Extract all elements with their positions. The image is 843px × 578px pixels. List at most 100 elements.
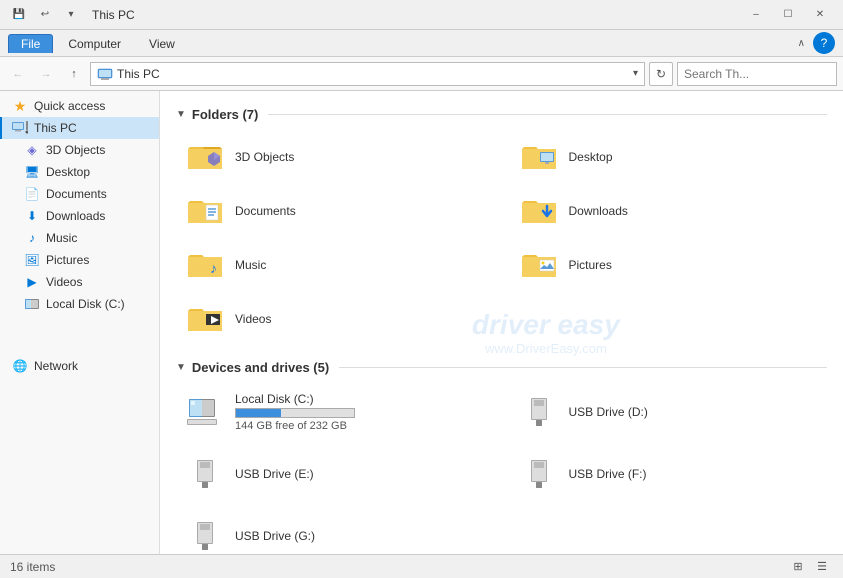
device-usb-f[interactable]: USB Drive (F:) <box>510 447 828 501</box>
sidebar-item-desktop[interactable]: 🖥 Desktop <box>0 161 159 183</box>
title-bar-left: 💾 ↩ ▾ This PC <box>8 4 135 26</box>
folder-pictures[interactable]: Pictures <box>510 240 828 290</box>
sidebar-desktop-label: Desktop <box>46 165 90 179</box>
grid-view-button[interactable]: ⊞ <box>787 558 809 576</box>
sidebar-item-videos[interactable]: ▶ Videos <box>0 271 159 293</box>
device-local-disk-c[interactable]: Local Disk (C:) 144 GB free of 232 GB <box>176 385 494 439</box>
folders-chevron[interactable]: ▼ <box>176 109 186 120</box>
folder-downloads-label: Downloads <box>569 204 628 218</box>
folders-grid: 3D Objects Desktop <box>176 132 827 344</box>
sidebar-item-3d-objects[interactable]: ◈ 3D Objects <box>0 139 159 161</box>
this-pc-icon <box>12 120 28 136</box>
drive-bar-container <box>235 408 355 418</box>
usb-d-label: USB Drive (D:) <box>569 405 648 419</box>
folder-3d-label: 3D Objects <box>235 150 294 164</box>
minimize-button[interactable]: – <box>741 4 771 26</box>
star-icon: ★ <box>12 98 28 114</box>
view-buttons: ⊞ ☰ <box>787 558 833 576</box>
usb-g-label: USB Drive (G:) <box>235 529 315 543</box>
sidebar-spacer <box>0 315 159 355</box>
usb-f-icon <box>519 454 559 494</box>
folder-documents-icon <box>185 193 225 229</box>
usb-g-info: USB Drive (G:) <box>235 529 315 543</box>
close-button[interactable]: ✕ <box>805 4 835 26</box>
dropdown-arrow[interactable]: ▾ <box>60 4 82 26</box>
ribbon: File Computer View ∧ ? <box>0 30 843 57</box>
desktop-icon: 🖥 <box>24 164 40 180</box>
device-usb-e[interactable]: USB Drive (E:) <box>176 447 494 501</box>
path-text: This PC <box>117 67 629 81</box>
folders-section-header: ▼ Folders (7) <box>176 107 827 122</box>
tab-computer[interactable]: Computer <box>55 34 134 53</box>
undo-button[interactable]: ↩ <box>34 4 56 26</box>
search-box[interactable]: 🔍 <box>677 62 837 86</box>
tab-view[interactable]: View <box>136 34 188 53</box>
device-usb-d[interactable]: USB Drive (D:) <box>510 385 828 439</box>
downloads-icon: ⬇ <box>24 208 40 224</box>
sidebar-this-pc-label: This PC <box>34 121 77 135</box>
back-button[interactable]: ← <box>6 62 30 86</box>
sidebar-item-documents[interactable]: 📄 Documents <box>0 183 159 205</box>
sidebar-item-downloads[interactable]: ⬇ Downloads <box>0 205 159 227</box>
devices-section-header: ▼ Devices and drives (5) <box>176 360 827 375</box>
sidebar-local-disk-label: Local Disk (C:) <box>46 297 125 311</box>
ribbon-expand-button[interactable]: ∧ <box>798 38 805 49</box>
folder-downloads[interactable]: Downloads <box>510 186 828 236</box>
status-item-count: 16 items <box>10 560 55 574</box>
devices-grid: Local Disk (C:) 144 GB free of 232 GB <box>176 385 827 554</box>
folder-documents[interactable]: Documents <box>176 186 494 236</box>
drive-bar-fill <box>236 409 281 417</box>
forward-button[interactable]: → <box>34 62 58 86</box>
sidebar-item-music[interactable]: ♪ Music <box>0 227 159 249</box>
usb-g-icon <box>185 516 225 554</box>
window-controls: – ☐ ✕ <box>741 4 835 26</box>
local-disk-c-label: Local Disk (C:) <box>235 392 355 406</box>
sidebar-videos-label: Videos <box>46 275 82 289</box>
save-button[interactable]: 💾 <box>8 4 30 26</box>
devices-section-title: Devices and drives (5) <box>192 360 329 375</box>
folder-3d-objects[interactable]: 3D Objects <box>176 132 494 182</box>
folder-music[interactable]: ♪ Music <box>176 240 494 290</box>
main-layout: ★ Quick access This PC ◈ 3D Objects 🖥 <box>0 91 843 554</box>
maximize-button[interactable]: ☐ <box>773 4 803 26</box>
list-view-button[interactable]: ☰ <box>811 558 833 576</box>
sidebar-pictures-label: Pictures <box>46 253 89 267</box>
folder-videos[interactable]: Videos <box>176 294 494 344</box>
sidebar-music-label: Music <box>46 231 77 245</box>
refresh-button[interactable]: ↻ <box>649 62 673 86</box>
this-pc-path-icon <box>97 66 113 82</box>
3d-objects-icon: ◈ <box>24 142 40 158</box>
path-dropdown-arrow[interactable]: ▾ <box>633 68 638 79</box>
content-area: driver easy www.DriverEasy.com ▼ Folders… <box>160 91 843 554</box>
help-button[interactable]: ? <box>813 32 835 54</box>
sidebar-quick-access[interactable]: ★ Quick access <box>0 95 159 117</box>
sidebar-item-this-pc[interactable]: This PC <box>0 117 159 139</box>
title-text: This PC <box>92 8 135 22</box>
sidebar-quick-access-label: Quick access <box>34 99 105 113</box>
device-usb-g[interactable]: USB Drive (G:) <box>176 509 494 554</box>
usb-e-icon <box>185 454 225 494</box>
quick-access-toolbar: 💾 ↩ ▾ <box>8 4 82 26</box>
folder-pictures-icon <box>519 247 559 283</box>
tab-file[interactable]: File <box>8 34 53 53</box>
sidebar-item-local-disk[interactable]: Local Disk (C:) <box>0 293 159 315</box>
network-icon: 🌐 <box>12 358 28 374</box>
local-disk-icon <box>24 296 40 312</box>
ribbon-tabs: File Computer View ∧ ? <box>0 30 843 56</box>
local-disk-c-info: Local Disk (C:) 144 GB free of 232 GB <box>235 392 355 432</box>
address-path[interactable]: This PC ▾ <box>90 62 645 86</box>
folder-desktop-label: Desktop <box>569 150 613 164</box>
devices-chevron[interactable]: ▼ <box>176 362 186 373</box>
pictures-icon: 🖼 <box>24 252 40 268</box>
sidebar-item-pictures[interactable]: 🖼 Pictures <box>0 249 159 271</box>
folder-desktop[interactable]: Desktop <box>510 132 828 182</box>
sidebar-3d-label: 3D Objects <box>46 143 105 157</box>
folder-3d-icon <box>185 139 225 175</box>
content-scroll: driver easy www.DriverEasy.com ▼ Folders… <box>160 91 843 554</box>
usb-f-info: USB Drive (F:) <box>569 467 647 481</box>
up-button[interactable]: ↑ <box>62 62 86 86</box>
search-input[interactable] <box>684 67 839 81</box>
folder-desktop-icon <box>519 139 559 175</box>
sidebar-item-network[interactable]: 🌐 Network <box>0 355 159 377</box>
local-disk-c-icon <box>185 392 225 432</box>
